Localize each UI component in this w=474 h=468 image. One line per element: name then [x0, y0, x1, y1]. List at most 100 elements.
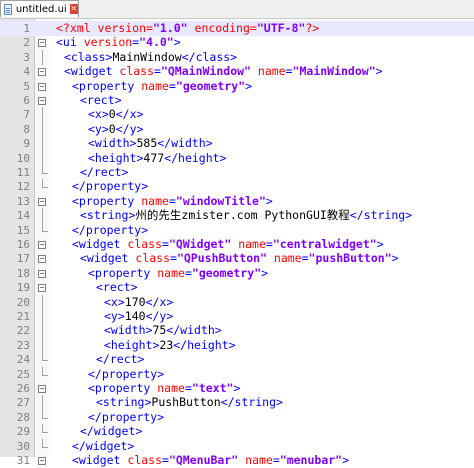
fold-toggle-icon[interactable]: −: [38, 197, 46, 206]
fold-toggle-icon[interactable]: −: [38, 284, 46, 293]
code-line[interactable]: 1 <?xml version="1.0" encoding="UTF-8"?>: [0, 21, 474, 36]
code-text: <property name="geometry">: [72, 79, 252, 94]
close-tab-icon[interactable]: ×: [69, 4, 78, 14]
fold-toggle-icon[interactable]: −: [38, 39, 46, 48]
token-tag: <widget: [64, 64, 120, 79]
fold-guide: [42, 49, 43, 65]
code-line[interactable]: 16− <widget class="QWidget" name="central…: [0, 237, 474, 252]
token-tag: <width>: [88, 136, 137, 151]
token-tag: </string>: [220, 395, 283, 410]
token-txt: 585: [136, 136, 158, 151]
fold-toggle-icon[interactable]: −: [38, 385, 46, 393]
fold-toggle-icon[interactable]: −: [38, 457, 46, 465]
token-val: "QPushButton": [176, 251, 267, 266]
code-line[interactable]: 22 <width>75</width>: [0, 323, 474, 339]
token-tag: </width>: [157, 136, 213, 151]
line-number: 21: [16, 310, 30, 323]
code-line[interactable]: 27 <string>PushButton</string>: [0, 395, 474, 411]
token-txt: 75: [152, 323, 167, 338]
code-line[interactable]: 29 </widget>: [0, 424, 474, 439]
code-line[interactable]: 11 </rect>: [0, 165, 474, 180]
code-editor[interactable]: 1 <?xml version="1.0" encoding="UTF-8"?> 2…: [0, 19, 474, 467]
token-tag: >: [376, 237, 384, 251]
code-line[interactable]: 21 <y>140</y>: [0, 309, 474, 324]
code-text: </property>: [72, 223, 148, 238]
token-txt: 州的先生zmister.com PythonGUI教程: [135, 208, 350, 223]
token-txt: 0: [108, 107, 116, 122]
token-pi: =: [146, 21, 153, 35]
fold-toggle-icon[interactable]: −: [38, 97, 46, 105]
code-line[interactable]: 18− <property name="geometry">: [0, 266, 474, 281]
line-number: 10: [16, 151, 30, 165]
token-val: "geometry": [191, 265, 262, 280]
code-line[interactable]: 24 </rect>: [0, 352, 474, 367]
token-tag: </width>: [166, 323, 222, 338]
token-val: "QMenuBar": [168, 453, 239, 467]
code-text: <rect>: [96, 280, 138, 295]
token-txt: 0: [108, 121, 116, 136]
code-line[interactable]: 6− <rect>: [0, 93, 474, 108]
code-line[interactable]: 31− <widget class="QMenuBar" name="menuba…: [0, 453, 474, 468]
fold-toggle-icon[interactable]: −: [38, 68, 46, 77]
code-line[interactable]: 5− <property name="geometry">: [0, 79, 474, 94]
code-line[interactable]: 28 </property>: [0, 409, 474, 425]
token-tag: </widget>: [80, 424, 143, 439]
fold-guide: [42, 294, 43, 310]
token-tag: </property>: [88, 409, 165, 424]
token-attr: name: [157, 265, 185, 280]
code-line[interactable]: 9 <width>585</width>: [0, 136, 474, 152]
token-tag: >: [391, 251, 399, 266]
code-line[interactable]: 20 <x>170</x>: [0, 294, 474, 310]
code-line[interactable]: 12 </property>: [0, 179, 474, 194]
fold-guide: [42, 309, 43, 324]
code-line[interactable]: 8 <y>0</y>: [0, 121, 474, 137]
code-line[interactable]: 13− <property name="windowTitle">: [0, 194, 474, 209]
code-text: </property>: [88, 367, 164, 382]
code-line[interactable]: 10 <height>477</height>: [0, 150, 474, 166]
code-line[interactable]: 17− <widget class="QPushButton" name="pus…: [0, 251, 474, 266]
token-tag: </widget>: [72, 438, 135, 453]
token-val: "1.0": [152, 21, 188, 35]
token-tag: >: [265, 193, 273, 208]
token-txt: 477: [143, 150, 165, 165]
line-number: 13: [16, 194, 30, 208]
token-tag: =: [162, 237, 169, 251]
line-number: 23: [16, 338, 30, 352]
code-line[interactable]: 19− <rect>: [0, 280, 474, 295]
token-attr: version: [97, 21, 147, 35]
fold-toggle-icon[interactable]: −: [38, 82, 46, 91]
token-val: "pushButton": [308, 251, 392, 266]
token-val: "menubar": [279, 453, 343, 467]
code-line[interactable]: 25 </property>: [0, 366, 474, 382]
code-line[interactable]: 26− <property name="text">: [0, 381, 474, 396]
code-text: </widget>: [80, 424, 142, 439]
token-attr: name: [245, 453, 273, 467]
token-attr: class: [127, 453, 163, 467]
token-tag: <class>: [64, 49, 113, 64]
tab-bar: untitled.ui ×: [0, 0, 474, 19]
code-line[interactable]: 23 <height>23</height>: [0, 337, 474, 353]
token-attr: name: [257, 64, 286, 79]
code-line[interactable]: 7 <x>0</x>: [0, 107, 474, 123]
token-attr: version: [83, 35, 133, 50]
token-attr: name: [273, 251, 302, 266]
code-line[interactable]: 2− <ui version="4.0">: [0, 35, 474, 50]
token-tag: </string>: [349, 208, 413, 223]
token-val: "MainWindow": [292, 64, 376, 79]
code-text: <widget class="QPushButton" name="pushBu…: [80, 251, 399, 266]
code-line[interactable]: 30 </widget>: [0, 438, 474, 454]
code-line[interactable]: 3 <class>MainWindow</class>: [0, 49, 474, 65]
code-line[interactable]: 14 <string>州的先生zmister.com PythonGUI教程</s…: [0, 208, 474, 224]
token-tag: =: [184, 265, 192, 280]
token-tag: =: [265, 237, 273, 251]
token-val: "geometry": [175, 78, 246, 93]
fold-toggle-icon[interactable]: −: [38, 241, 46, 249]
tab-untitled-ui[interactable]: untitled.ui ×: [0, 0, 79, 17]
fold-end-marker: [42, 165, 48, 174]
line-number: 7: [23, 108, 30, 122]
fold-toggle-icon[interactable]: −: [38, 255, 46, 264]
fold-toggle-icon[interactable]: −: [38, 269, 46, 278]
token-tag: >: [261, 265, 269, 280]
code-line[interactable]: 4− <widget class="QMainWindow" name="Main…: [0, 64, 474, 79]
code-line[interactable]: 15 </property>: [0, 222, 474, 238]
